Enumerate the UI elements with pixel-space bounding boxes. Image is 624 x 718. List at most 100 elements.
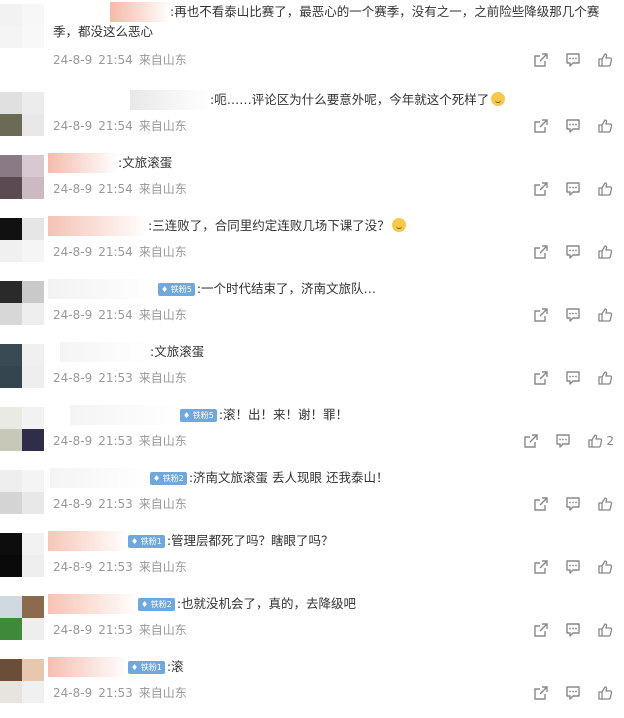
comment-time: 21:53: [98, 371, 133, 385]
comment-item: ♦ 铁粉5:一个时代结束了，济南文旅队… 24-8-9 21:54 来自山东: [0, 277, 624, 340]
comment-item: ♦ 铁粉2:也就没机会了，真的，去降级吧 24-8-9 21:53 来自山东: [0, 592, 624, 655]
comment-location: 来自山东: [138, 119, 187, 133]
comment-icon[interactable]: [554, 432, 572, 450]
fan-badge: ♦ 铁粉2: [150, 472, 187, 485]
comment-text: 滚！出！来！谢！罪！: [223, 407, 349, 422]
share-icon[interactable]: [532, 243, 550, 261]
thumbs-up-icon[interactable]: [596, 495, 614, 513]
comment-actions: [518, 495, 614, 513]
comment-meta: 24-8-9 21:54 来自山东: [53, 118, 187, 134]
comment-actions: [518, 621, 614, 639]
comment-location: 来自山东: [138, 245, 187, 259]
share-icon[interactable]: [532, 495, 550, 513]
comment-text: 文旅滚蛋: [122, 155, 173, 170]
thumbs-up-icon[interactable]: [596, 369, 614, 387]
comment-meta: 24-8-9 21:54 来自山东: [53, 307, 187, 323]
comment-icon[interactable]: [564, 180, 582, 198]
comment-item: ♦ 铁粉1:管理层都死了吗？瞎眼了吗？ 24-8-9 21:53 来自山东: [0, 529, 624, 592]
thumbs-up-icon[interactable]: [596, 117, 614, 135]
comment-meta: 24-8-9 21:54 来自山东: [53, 52, 187, 68]
avatar[interactable]: [0, 155, 44, 199]
comment-item: ♦ 铁粉2:济南文旅滚蛋 丢人现眼 还我泰山！ 24-8-9 21:53 来自山东: [0, 466, 624, 529]
fan-badge: ♦ 铁粉2: [138, 598, 175, 611]
avatar[interactable]: [0, 92, 44, 136]
comment-date: 24-8-9: [53, 686, 93, 700]
comment-meta: 24-8-9 21:53 来自山东: [53, 370, 187, 386]
comment-text: 管理层都死了吗？瞎眼了吗？: [171, 533, 334, 548]
comment-time: 21:53: [98, 623, 133, 637]
avatar[interactable]: [0, 659, 44, 703]
fan-badge: ♦ 铁粉1: [128, 661, 165, 674]
avatar[interactable]: [0, 281, 44, 325]
share-icon[interactable]: [532, 180, 550, 198]
comment-actions: [518, 306, 614, 324]
thumbs-up-icon[interactable]: [586, 432, 604, 450]
share-icon[interactable]: [522, 432, 540, 450]
comment-item: :三连败了，合同里约定连败几场下课了没？ 24-8-9 21:54 来自山东: [0, 214, 624, 277]
share-icon[interactable]: [532, 558, 550, 576]
comment-body: :三连败了，合同里约定连败几场下课了没？: [53, 216, 616, 236]
comment-meta: 24-8-9 21:53 来自山东: [53, 433, 187, 449]
comment-icon[interactable]: [564, 684, 582, 702]
comment-body: ♦ 铁粉2:济南文旅滚蛋 丢人现眼 还我泰山！: [53, 468, 616, 488]
share-icon[interactable]: [532, 621, 550, 639]
comment-date: 24-8-9: [53, 434, 93, 448]
avatar[interactable]: [0, 407, 44, 451]
comment-body: ♦ 铁粉1:管理层都死了吗？瞎眼了吗？: [53, 531, 616, 551]
thumbs-up-icon[interactable]: [596, 243, 614, 261]
comment-body: ♦ 铁粉5:一个时代结束了，济南文旅队…: [53, 279, 616, 299]
comment-icon[interactable]: [564, 558, 582, 576]
comment-time: 21:53: [98, 686, 133, 700]
avatar[interactable]: [0, 596, 44, 640]
share-icon[interactable]: [532, 306, 550, 324]
comment-text: 三连败了，合同里约定连败几场下课了没？: [152, 218, 390, 233]
like-count: 2: [606, 434, 614, 448]
thumbs-up-icon[interactable]: [596, 684, 614, 702]
comment-date: 24-8-9: [53, 497, 93, 511]
comment-location: 来自山东: [138, 371, 187, 385]
comment-body: ♦ 铁粉1:滚: [53, 657, 616, 677]
comment-time: 21:54: [98, 245, 133, 259]
comment-location: 来自山东: [138, 182, 187, 196]
comment-icon[interactable]: [564, 306, 582, 324]
share-icon[interactable]: [532, 684, 550, 702]
avatar[interactable]: [0, 470, 44, 514]
thumbs-up-icon[interactable]: [596, 180, 614, 198]
comment-time: 21:54: [98, 308, 133, 322]
avatar[interactable]: [0, 218, 44, 262]
share-icon[interactable]: [532, 369, 550, 387]
comment-icon[interactable]: [564, 369, 582, 387]
thumbs-up-icon[interactable]: [596, 306, 614, 324]
thumbs-up-icon[interactable]: [596, 51, 614, 69]
fan-badge: ♦ 铁粉1: [128, 535, 165, 548]
comment-icon[interactable]: [564, 117, 582, 135]
comment-body: ♦ 铁粉2:也就没机会了，真的，去降级吧: [53, 594, 616, 614]
comment-text: 一个时代结束了，济南文旅队…: [201, 281, 377, 296]
share-icon[interactable]: [532, 117, 550, 135]
comment-meta: 24-8-9 21:53 来自山东: [53, 685, 187, 701]
emoji-icon: [491, 92, 506, 106]
comment-actions: [518, 243, 614, 261]
comment-meta: 24-8-9 21:53 来自山东: [53, 559, 187, 575]
avatar[interactable]: [0, 533, 44, 577]
comment-body: :呃……评论区为什么要意外呢，今年就这个死样了: [53, 90, 616, 110]
comment-text: 呃……评论区为什么要意外呢，今年就这个死样了: [214, 92, 490, 107]
comment-time: 21:54: [98, 119, 133, 133]
comment-icon[interactable]: [564, 51, 582, 69]
comment-time: 21:54: [98, 53, 133, 67]
comment-body: :再也不看泰山比赛了，最恶心的一个赛季，没有之一，之前险些降级那几个赛季，都没这…: [53, 2, 616, 42]
comment-location: 来自山东: [138, 434, 187, 448]
comment-icon[interactable]: [564, 495, 582, 513]
comment-icon[interactable]: [564, 243, 582, 261]
comment-item: ♦ 铁粉5:滚！出！来！谢！罪！ 24-8-9 21:53 来自山东 2: [0, 403, 624, 466]
avatar[interactable]: [0, 4, 44, 48]
thumbs-up-icon[interactable]: [596, 621, 614, 639]
share-icon[interactable]: [532, 51, 550, 69]
comment-date: 24-8-9: [53, 245, 93, 259]
thumbs-up-icon[interactable]: [596, 558, 614, 576]
avatar[interactable]: [0, 344, 44, 388]
comment-date: 24-8-9: [53, 560, 93, 574]
comment-icon[interactable]: [564, 621, 582, 639]
comment-time: 21:53: [98, 560, 133, 574]
comment-actions: [518, 180, 614, 198]
